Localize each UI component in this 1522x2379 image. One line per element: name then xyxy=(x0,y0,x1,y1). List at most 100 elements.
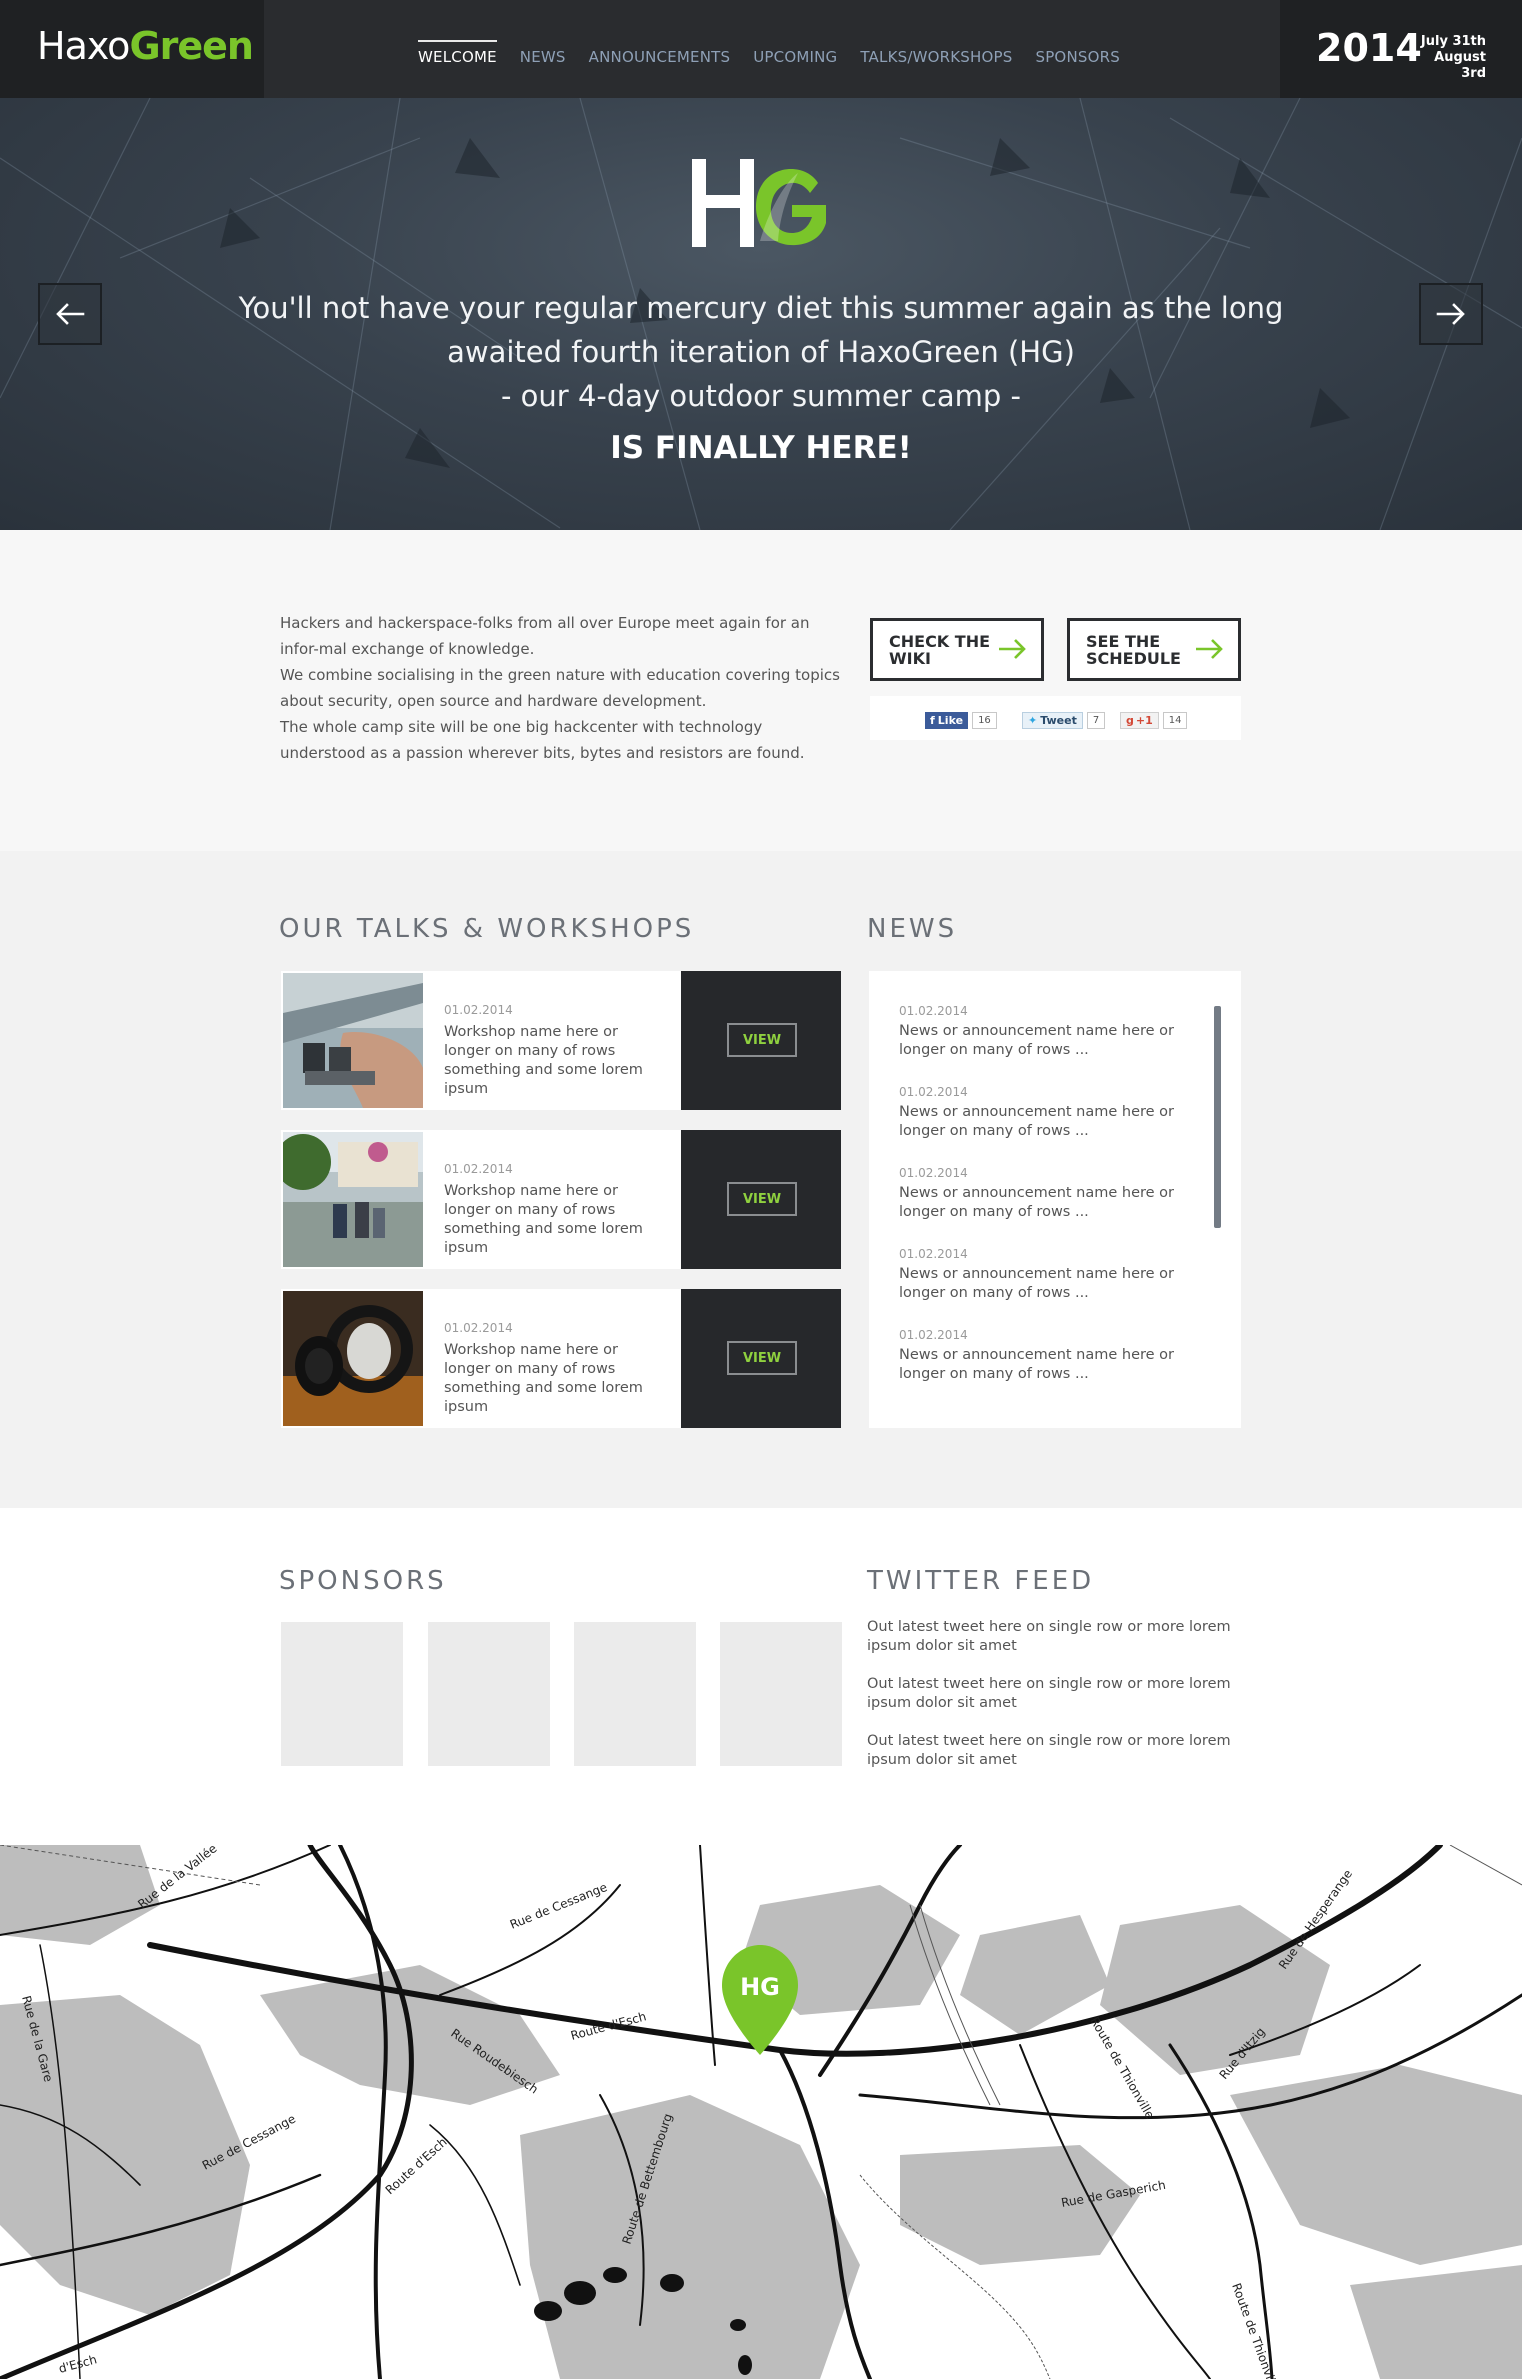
sponsor-logo-placeholder[interactable] xyxy=(428,1622,550,1766)
talk-name: Workshop name here or longer on many of … xyxy=(444,1183,643,1256)
talk-view-button[interactable]: VIEW xyxy=(727,1341,797,1375)
news-text[interactable]: News or announcement name here or longer… xyxy=(899,1265,1209,1303)
tweet-item[interactable]: Out latest tweet here on single row or m… xyxy=(867,1732,1237,1770)
soldering-workshop-photo xyxy=(283,973,423,1108)
sponsors-section-title: SPONSORS xyxy=(279,1566,447,1596)
news-item[interactable]: 01.02.2014 News or announcement name her… xyxy=(899,1247,1209,1303)
sponsor-logo-placeholder[interactable] xyxy=(720,1622,842,1766)
news-item[interactable]: 01.02.2014 News or announcement name her… xyxy=(899,1166,1209,1222)
see-schedule-label: SEE THE SCHEDULE xyxy=(1086,632,1181,668)
talk-view-button[interactable]: VIEW xyxy=(727,1182,797,1216)
hero-slider: You'll not have your regular mercury die… xyxy=(0,98,1522,530)
check-wiki-button[interactable]: CHECK THE WIKI xyxy=(870,618,1044,681)
hero-line-1: You'll not have your regular mercury die… xyxy=(238,291,1284,325)
facebook-like-count: 16 xyxy=(972,712,997,729)
see-schedule-button[interactable]: SEE THE SCHEDULE xyxy=(1067,618,1241,681)
intro-paragraph-1: Hackers and hackerspace-folks from all o… xyxy=(280,614,810,658)
facebook-like-widget[interactable]: f Like 16 xyxy=(925,712,997,729)
slider-next-button[interactable] xyxy=(1419,283,1483,345)
nav-item-sponsors[interactable]: SPONSORS xyxy=(1035,0,1119,98)
tweet-item[interactable]: Out latest tweet here on single row or m… xyxy=(867,1618,1237,1656)
nav-item-welcome[interactable]: WELCOME xyxy=(418,0,497,98)
talk-name: Workshop name here or longer on many of … xyxy=(444,1342,643,1415)
nav-item-announcements[interactable]: ANNOUNCEMENTS xyxy=(589,0,731,98)
arrow-right-icon xyxy=(1436,303,1465,325)
google-plus-count: 14 xyxy=(1162,712,1188,729)
google-plus-label: +1 xyxy=(1135,714,1153,727)
twitter-section-title: TWITTER FEED xyxy=(867,1566,1095,1596)
headphones-photo xyxy=(283,1291,423,1426)
check-wiki-label: CHECK THE WIKI xyxy=(889,632,991,668)
hero-line-3: - our 4-day outdoor summer camp - xyxy=(501,379,1021,413)
nav-item-news[interactable]: NEWS xyxy=(520,0,566,98)
sponsor-logo-placeholder[interactable] xyxy=(281,1622,403,1766)
talk-date: 01.02.2014 xyxy=(444,1321,513,1335)
nav-item-talks-workshops[interactable]: TALKS/WORKSHOPS xyxy=(860,0,1012,98)
news-item[interactable]: 01.02.2014 News or announcement name her… xyxy=(899,1004,1209,1060)
tweet-button[interactable]: ✦ Tweet xyxy=(1022,712,1083,729)
news-item[interactable]: 01.02.2014 News or announcement name her… xyxy=(899,1328,1209,1384)
svg-text:d'Esch: d'Esch xyxy=(57,2352,98,2376)
talk-name: Workshop name here or longer on many of … xyxy=(444,1024,643,1097)
talk-item[interactable]: 01.02.2014 Workshop name here or longer … xyxy=(281,1289,841,1428)
svg-text:Route d'Esch: Route d'Esch xyxy=(569,2009,648,2043)
twitter-tweet-widget[interactable]: ✦ Tweet 7 xyxy=(1022,712,1106,729)
news-date: 01.02.2014 xyxy=(899,1328,968,1342)
event-date-box: 2014 July 31th August 3rd xyxy=(1280,0,1522,98)
main-nav: WELCOME NEWS ANNOUNCEMENTS UPCOMING TALK… xyxy=(418,0,1120,98)
social-share-bar: f Like 16 ✦ Tweet 7 g +1 14 xyxy=(870,696,1241,740)
park-people-photo xyxy=(283,1132,423,1267)
talk-item[interactable]: 01.02.2014 Workshop name here or longer … xyxy=(281,971,841,1110)
hg-logo-icon xyxy=(692,159,826,247)
twitter-bird-icon: ✦ xyxy=(1028,714,1038,727)
intro-paragraph-3: The whole camp site will be one big hack… xyxy=(280,718,805,762)
arrow-right-icon xyxy=(999,639,1026,659)
news-section-title: NEWS xyxy=(867,914,958,944)
news-item[interactable]: 01.02.2014 News or announcement name her… xyxy=(899,1085,1209,1141)
logo-text-white: Haxo xyxy=(37,24,130,68)
talk-view-panel: VIEW xyxy=(681,1289,841,1428)
talk-image xyxy=(283,1132,423,1267)
logo-container[interactable]: HaxoGreen xyxy=(0,0,264,98)
google-plus-icon: g xyxy=(1126,714,1134,727)
facebook-like-button[interactable]: f Like xyxy=(925,712,969,729)
event-date-end: August 3rd xyxy=(1434,50,1486,81)
tweet-item[interactable]: Out latest tweet here on single row or m… xyxy=(867,1675,1237,1713)
talk-date: 01.02.2014 xyxy=(444,1162,513,1176)
hero-headline: IS FINALLY HERE! xyxy=(610,430,912,466)
location-map[interactable]: Rue de la Vallée Rue de Cessange Rue de … xyxy=(0,1845,1522,2379)
talk-item[interactable]: 01.02.2014 Workshop name here or longer … xyxy=(281,1130,841,1269)
news-text[interactable]: News or announcement name here or longer… xyxy=(899,1022,1209,1060)
news-date: 01.02.2014 xyxy=(899,1247,968,1261)
arrow-left-icon xyxy=(56,303,85,325)
intro-text: Hackers and hackerspace-folks from all o… xyxy=(280,610,840,766)
map-location-marker[interactable]: HG xyxy=(722,1945,798,2055)
news-date: 01.02.2014 xyxy=(899,1085,968,1099)
event-date-start: July 31th xyxy=(1420,34,1486,49)
news-text[interactable]: News or announcement name here or longer… xyxy=(899,1103,1209,1141)
facebook-like-label: Like xyxy=(937,714,964,727)
talk-view-panel: VIEW xyxy=(681,1130,841,1269)
talk-date: 01.02.2014 xyxy=(444,1003,513,1017)
map-marker-label: HG xyxy=(740,1973,780,2001)
google-plus-button[interactable]: g +1 xyxy=(1120,712,1159,729)
tweet-label: Tweet xyxy=(1040,714,1077,727)
logo-text-green: Green xyxy=(129,24,254,68)
talks-section-title: OUR TALKS & WORKSHOPS xyxy=(279,914,695,944)
news-text[interactable]: News or announcement name here or longer… xyxy=(899,1184,1209,1222)
news-text[interactable]: News or announcement name here or longer… xyxy=(899,1346,1209,1384)
arrow-right-icon xyxy=(1196,639,1223,659)
tweet-count: 7 xyxy=(1086,712,1106,729)
news-date: 01.02.2014 xyxy=(899,1166,968,1180)
google-plus-widget[interactable]: g +1 14 xyxy=(1120,712,1188,729)
sponsor-logo-placeholder[interactable] xyxy=(574,1622,696,1766)
top-navigation-bar: HaxoGreen WELCOME NEWS ANNOUNCEMENTS UPC… xyxy=(0,0,1522,98)
talk-view-button[interactable]: VIEW xyxy=(727,1023,797,1057)
slider-prev-button[interactable] xyxy=(38,283,102,345)
talk-image xyxy=(283,973,423,1108)
svg-text:Rue de Cessange: Rue de Cessange xyxy=(508,1880,609,1932)
nav-item-upcoming[interactable]: UPCOMING xyxy=(753,0,837,98)
event-year: 2014 xyxy=(1316,26,1422,70)
site-logo[interactable]: HaxoGreen xyxy=(37,24,254,68)
news-scrollbar[interactable] xyxy=(1214,1006,1221,1228)
